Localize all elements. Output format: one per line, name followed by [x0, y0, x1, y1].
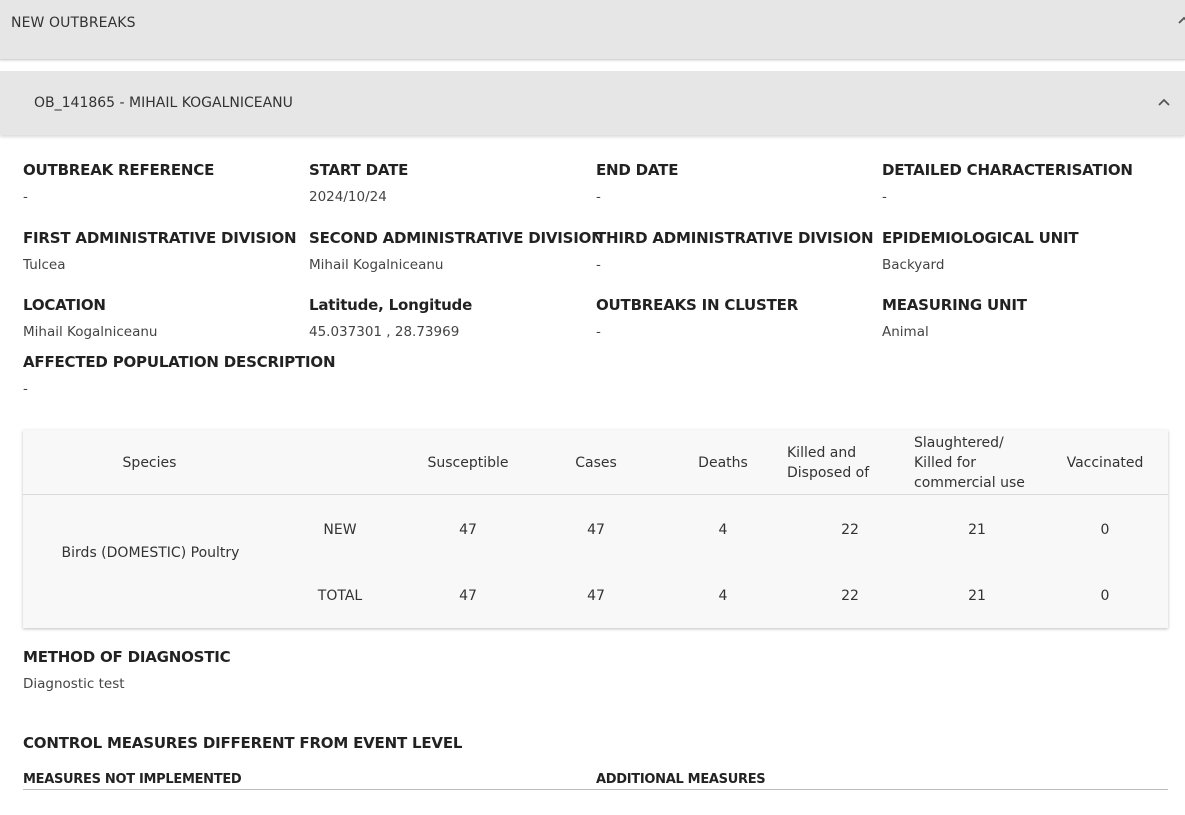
field-label: THIRD ADMINISTRATIVE DIVISION [596, 229, 874, 247]
cell-killed: 22 [841, 522, 859, 538]
chevron-up-icon[interactable] [1156, 95, 1172, 109]
end-date-field: END DATE - [596, 161, 678, 205]
th-killed-disposed: Killed and Disposed of [787, 445, 870, 481]
th-vaccinated: Vaccinated [1066, 455, 1144, 471]
cell-cases: 47 [587, 522, 605, 538]
field-value: - [596, 189, 601, 205]
affected-population-field: AFFECTED POPULATION DESCRIPTION - [23, 353, 336, 397]
detailed-characterisation-field: DETAILED CHARACTERISATION - [882, 161, 1133, 205]
th-susceptible: Susceptible [427, 455, 509, 471]
field-value: - [596, 257, 601, 273]
th-species: Species [122, 455, 177, 471]
start-date-field: START DATE 2024/10/24 [309, 161, 408, 205]
cell-susceptible: 47 [459, 522, 477, 538]
field-label: SECOND ADMINISTRATIVE DIVISION [309, 229, 604, 247]
diagnostic-value: Diagnostic test [23, 676, 125, 692]
th-cases: Cases [575, 455, 617, 471]
table-header-divider [23, 494, 1168, 495]
cell-susceptible: 47 [459, 588, 477, 604]
field-value: Mihail Kogalniceanu [309, 257, 444, 273]
row-type: NEW [323, 522, 357, 538]
field-label: OUTBREAKS IN CLUSTER [596, 296, 799, 314]
control-measures-title: CONTROL MEASURES DIFFERENT FROM EVENT LE… [23, 734, 463, 752]
field-value: - [882, 189, 887, 205]
field-value: Tulcea [23, 257, 66, 273]
cell-deaths: 4 [718, 588, 728, 604]
epidemiological-unit-field: EPIDEMIOLOGICAL UNIT Backyard [882, 229, 1079, 273]
measures-not-implemented-header: MEASURES NOT IMPLEMENTED [23, 772, 242, 787]
field-value: 2024/10/24 [309, 189, 387, 205]
cell-vaccinated: 0 [1100, 588, 1110, 604]
field-label: MEASURING UNIT [882, 296, 1027, 314]
row-type: TOTAL [317, 588, 363, 604]
outbreak-reference-field: OUTBREAK REFERENCE - [23, 161, 214, 205]
outbreak-details-page: NEW OUTBREAKS OB_141865 - MIHAIL KOGALNI… [0, 0, 1185, 815]
field-label: LOCATION [23, 296, 106, 314]
field-value: Animal [882, 324, 929, 340]
measuring-unit-field: MEASURING UNIT Animal [882, 296, 1027, 340]
chevron-up-icon[interactable] [1177, 14, 1185, 28]
field-label: EPIDEMIOLOGICAL UNIT [882, 229, 1079, 247]
location-field: LOCATION Mihail Kogalniceanu [23, 296, 157, 340]
th-slaughtered: Slaughtered/ Killed for commercial use [914, 435, 1025, 491]
field-value: Mihail Kogalniceanu [23, 324, 158, 340]
field-label: AFFECTED POPULATION DESCRIPTION [23, 353, 336, 371]
third-admin-division-field: THIRD ADMINISTRATIVE DIVISION - [596, 229, 874, 273]
field-value: 45.037301 , 28.73969 [309, 324, 460, 340]
field-label: END DATE [596, 161, 679, 179]
field-label: START DATE [309, 161, 409, 179]
species-table: Species Susceptible Cases Deaths Killed … [23, 430, 1168, 628]
field-label: FIRST ADMINISTRATIVE DIVISION [23, 229, 297, 247]
field-value: - [23, 381, 28, 397]
field-value: - [596, 324, 601, 340]
cell-slaughtered: 21 [968, 588, 986, 604]
measures-divider [23, 789, 1168, 790]
second-admin-division-field: SECOND ADMINISTRATIVE DIVISION Mihail Ko… [309, 229, 604, 273]
outbreak-title: OB_141865 - MIHAIL KOGALNICEANU [34, 95, 293, 111]
cell-vaccinated: 0 [1100, 522, 1110, 538]
field-value: Backyard [882, 257, 945, 273]
th-deaths: Deaths [698, 455, 748, 471]
outbreaks-in-cluster-field: OUTBREAKS IN CLUSTER - [596, 296, 798, 340]
additional-measures-header: ADDITIONAL MEASURES [596, 772, 766, 787]
cell-slaughtered: 21 [968, 522, 986, 538]
new-outbreaks-title: NEW OUTBREAKS [11, 15, 136, 31]
field-label: OUTBREAK REFERENCE [23, 161, 215, 179]
lat-long-field: Latitude, Longitude 45.037301 , 28.73969 [309, 296, 472, 340]
diagnostic-label: METHOD OF DIAGNOSTIC [23, 648, 231, 666]
field-value: - [23, 189, 28, 205]
cell-deaths: 4 [718, 522, 728, 538]
field-label: Latitude, Longitude [309, 296, 473, 314]
new-outbreaks-panel-header[interactable]: NEW OUTBREAKS [0, 0, 1185, 60]
outbreak-panel-header[interactable]: OB_141865 - MIHAIL KOGALNICEANU [0, 71, 1185, 135]
field-label: DETAILED CHARACTERISATION [882, 161, 1133, 179]
species-name: Birds (DOMESTIC) Poultry [61, 545, 240, 561]
cell-cases: 47 [587, 588, 605, 604]
cell-killed: 22 [841, 588, 859, 604]
first-admin-division-field: FIRST ADMINISTRATIVE DIVISION Tulcea [23, 229, 297, 273]
